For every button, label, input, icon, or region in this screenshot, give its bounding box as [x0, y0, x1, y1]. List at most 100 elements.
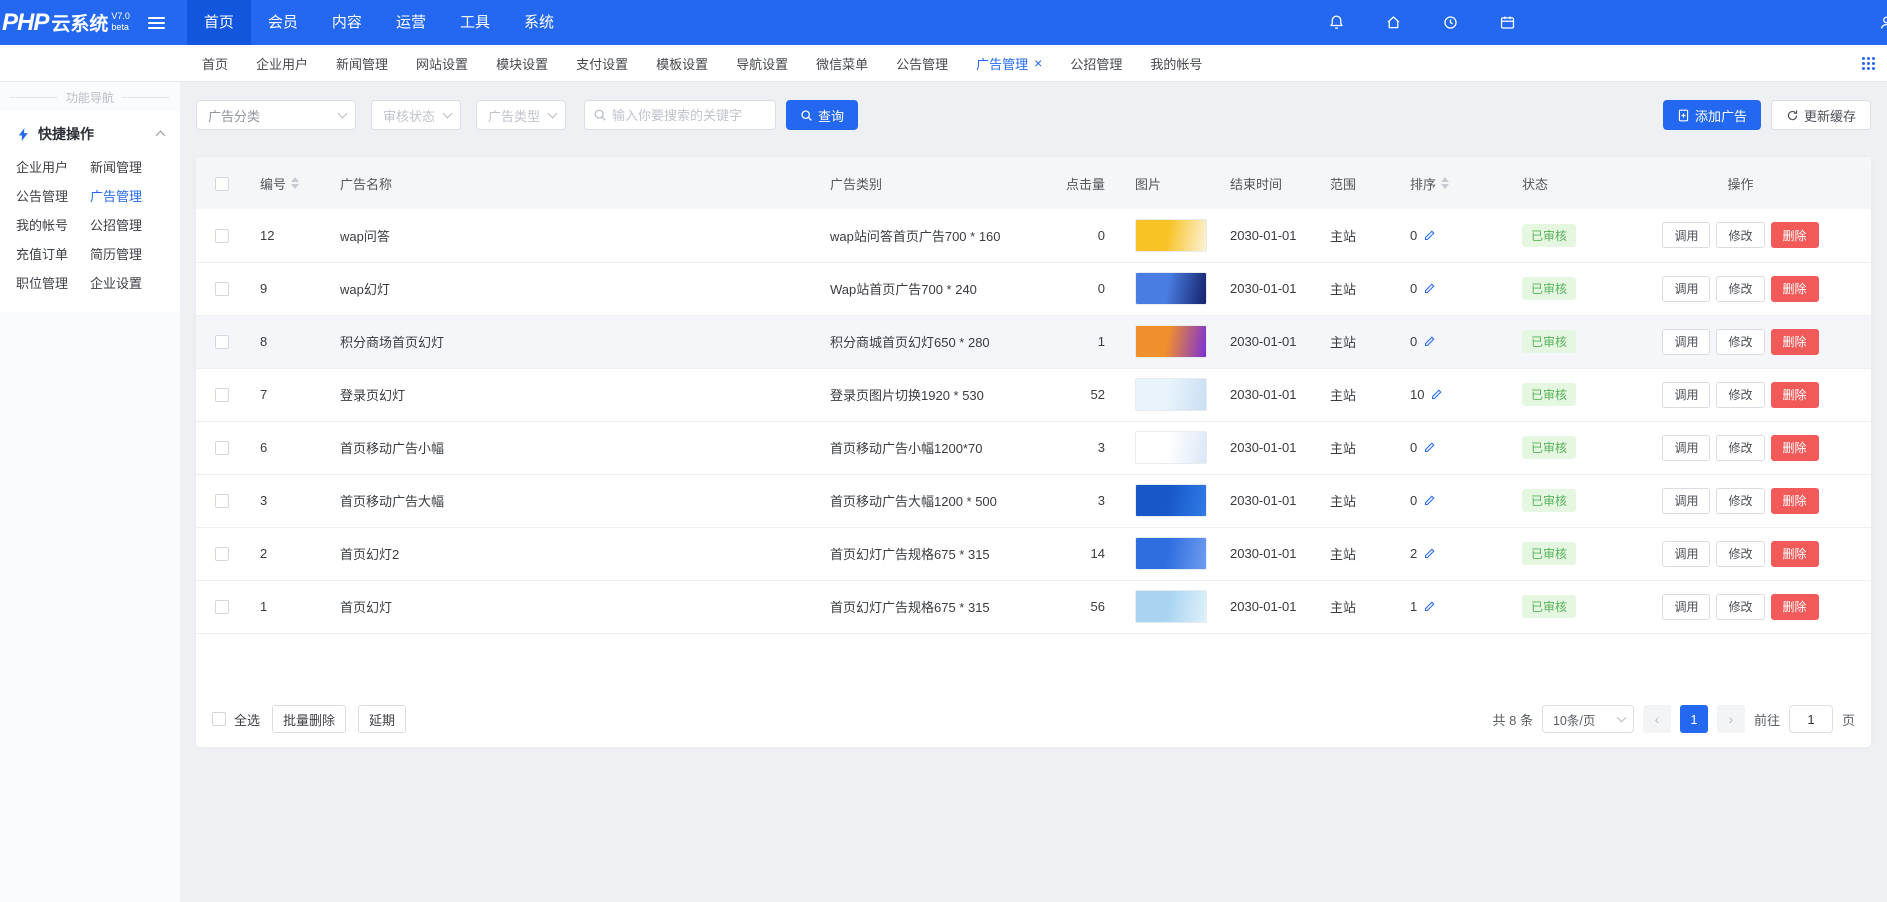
- sort-icon[interactable]: [291, 177, 299, 189]
- row-checkbox[interactable]: [215, 441, 229, 455]
- topnav-item[interactable]: 首页: [187, 0, 251, 45]
- topnav-item[interactable]: 工具: [443, 0, 507, 45]
- delete-button[interactable]: 删除: [1771, 488, 1819, 514]
- row-checkbox[interactable]: [215, 600, 229, 614]
- ad-type-select[interactable]: 广告类型: [476, 100, 566, 130]
- sidebar-item[interactable]: 企业用户: [16, 153, 90, 182]
- sidebar-item[interactable]: 新闻管理: [90, 153, 164, 182]
- select-all-checkbox[interactable]: [215, 177, 229, 191]
- tab[interactable]: 广告管理 ×: [962, 45, 1056, 81]
- delete-button[interactable]: 删除: [1771, 276, 1819, 302]
- sidebar-item[interactable]: 我的帐号: [16, 211, 90, 240]
- tab[interactable]: 模块设置: [482, 45, 562, 81]
- call-button[interactable]: 调用: [1662, 276, 1710, 302]
- sort-icon[interactable]: [1441, 177, 1449, 189]
- call-button[interactable]: 调用: [1662, 329, 1710, 355]
- edit-sort-icon[interactable]: [1424, 494, 1436, 506]
- tab[interactable]: 导航设置: [722, 45, 802, 81]
- row-checkbox[interactable]: [215, 229, 229, 243]
- sidebar-item[interactable]: 企业设置: [90, 269, 164, 298]
- tab[interactable]: 微信菜单: [802, 45, 882, 81]
- edit-sort-icon[interactable]: [1431, 388, 1443, 400]
- row-checkbox[interactable]: [215, 335, 229, 349]
- row-checkbox[interactable]: [215, 547, 229, 561]
- call-button[interactable]: 调用: [1662, 541, 1710, 567]
- calendar-icon[interactable]: [1499, 14, 1516, 31]
- audit-status-select[interactable]: 审核状态: [371, 100, 461, 130]
- page-size-select[interactable]: 10条/页: [1542, 705, 1634, 733]
- postpone-button[interactable]: 延期: [358, 705, 406, 733]
- edit-button[interactable]: 修改: [1716, 541, 1764, 567]
- tab[interactable]: 新闻管理: [322, 45, 402, 81]
- add-ad-button[interactable]: 添加广告: [1663, 100, 1761, 130]
- bell-icon[interactable]: [1328, 14, 1345, 31]
- menu-toggle-icon[interactable]: [148, 0, 165, 45]
- row-checkbox[interactable]: [215, 282, 229, 296]
- call-button[interactable]: 调用: [1662, 594, 1710, 620]
- call-button[interactable]: 调用: [1662, 382, 1710, 408]
- ad-category-select[interactable]: 广告分类: [196, 100, 356, 130]
- delete-button[interactable]: 删除: [1771, 222, 1819, 248]
- user-icon[interactable]: [1878, 0, 1887, 45]
- edit-sort-icon[interactable]: [1424, 600, 1436, 612]
- tab-close-icon[interactable]: ×: [1034, 56, 1042, 70]
- topnav-item[interactable]: 系统: [507, 0, 571, 45]
- goto-page-input[interactable]: [1789, 705, 1833, 733]
- sidebar-item[interactable]: 职位管理: [16, 269, 90, 298]
- tab-grid-icon[interactable]: [1862, 57, 1875, 70]
- batch-delete-button[interactable]: 批量删除: [272, 705, 346, 733]
- query-button[interactable]: 查询: [786, 100, 858, 130]
- ad-category-select-value: 广告分类: [208, 106, 260, 125]
- topnav-item[interactable]: 内容: [315, 0, 379, 45]
- select-all-checkbox[interactable]: [212, 712, 226, 726]
- refresh-cache-button[interactable]: 更新缓存: [1771, 100, 1871, 130]
- edit-button[interactable]: 修改: [1716, 435, 1764, 461]
- sidebar-item[interactable]: 广告管理: [90, 182, 164, 211]
- tab[interactable]: 我的帐号: [1136, 45, 1216, 81]
- page-number-button[interactable]: 1: [1680, 705, 1708, 733]
- call-button[interactable]: 调用: [1662, 435, 1710, 461]
- next-page-button[interactable]: ›: [1717, 705, 1745, 733]
- table-row: 12wap问答wap站问答首页广告700 * 16002030-01-01主站0…: [196, 209, 1871, 262]
- topnav-item[interactable]: 会员: [251, 0, 315, 45]
- chevron-down-icon: [338, 108, 348, 118]
- clock-icon[interactable]: [1442, 14, 1459, 31]
- edit-button[interactable]: 修改: [1716, 329, 1764, 355]
- prev-page-button[interactable]: ‹: [1643, 705, 1671, 733]
- row-checkbox[interactable]: [215, 494, 229, 508]
- edit-sort-icon[interactable]: [1424, 229, 1436, 241]
- delete-button[interactable]: 删除: [1771, 329, 1819, 355]
- keyword-search-input[interactable]: [612, 108, 767, 123]
- tab-label: 广告管理: [976, 54, 1028, 73]
- call-button[interactable]: 调用: [1662, 222, 1710, 248]
- edit-button[interactable]: 修改: [1716, 222, 1764, 248]
- edit-sort-icon[interactable]: [1424, 335, 1436, 347]
- delete-button[interactable]: 删除: [1771, 594, 1819, 620]
- edit-button[interactable]: 修改: [1716, 594, 1764, 620]
- tab[interactable]: 首页: [188, 45, 242, 81]
- collapse-chevron-icon[interactable]: [156, 131, 166, 141]
- sidebar-item[interactable]: 公招管理: [90, 211, 164, 240]
- tab[interactable]: 企业用户: [242, 45, 322, 81]
- home-icon[interactable]: [1385, 14, 1402, 31]
- edit-button[interactable]: 修改: [1716, 488, 1764, 514]
- sidebar-item[interactable]: 简历管理: [90, 240, 164, 269]
- delete-button[interactable]: 删除: [1771, 541, 1819, 567]
- sidebar-item[interactable]: 充值订单: [16, 240, 90, 269]
- tab[interactable]: 支付设置: [562, 45, 642, 81]
- edit-sort-icon[interactable]: [1424, 282, 1436, 294]
- edit-sort-icon[interactable]: [1424, 547, 1436, 559]
- tab[interactable]: 模板设置: [642, 45, 722, 81]
- row-checkbox[interactable]: [215, 388, 229, 402]
- tab[interactable]: 公招管理: [1056, 45, 1136, 81]
- sidebar-item[interactable]: 公告管理: [16, 182, 90, 211]
- delete-button[interactable]: 删除: [1771, 382, 1819, 408]
- call-button[interactable]: 调用: [1662, 488, 1710, 514]
- delete-button[interactable]: 删除: [1771, 435, 1819, 461]
- topnav-item[interactable]: 运营: [379, 0, 443, 45]
- tab[interactable]: 网站设置: [402, 45, 482, 81]
- edit-button[interactable]: 修改: [1716, 276, 1764, 302]
- tab[interactable]: 公告管理: [882, 45, 962, 81]
- edit-button[interactable]: 修改: [1716, 382, 1764, 408]
- edit-sort-icon[interactable]: [1424, 441, 1436, 453]
